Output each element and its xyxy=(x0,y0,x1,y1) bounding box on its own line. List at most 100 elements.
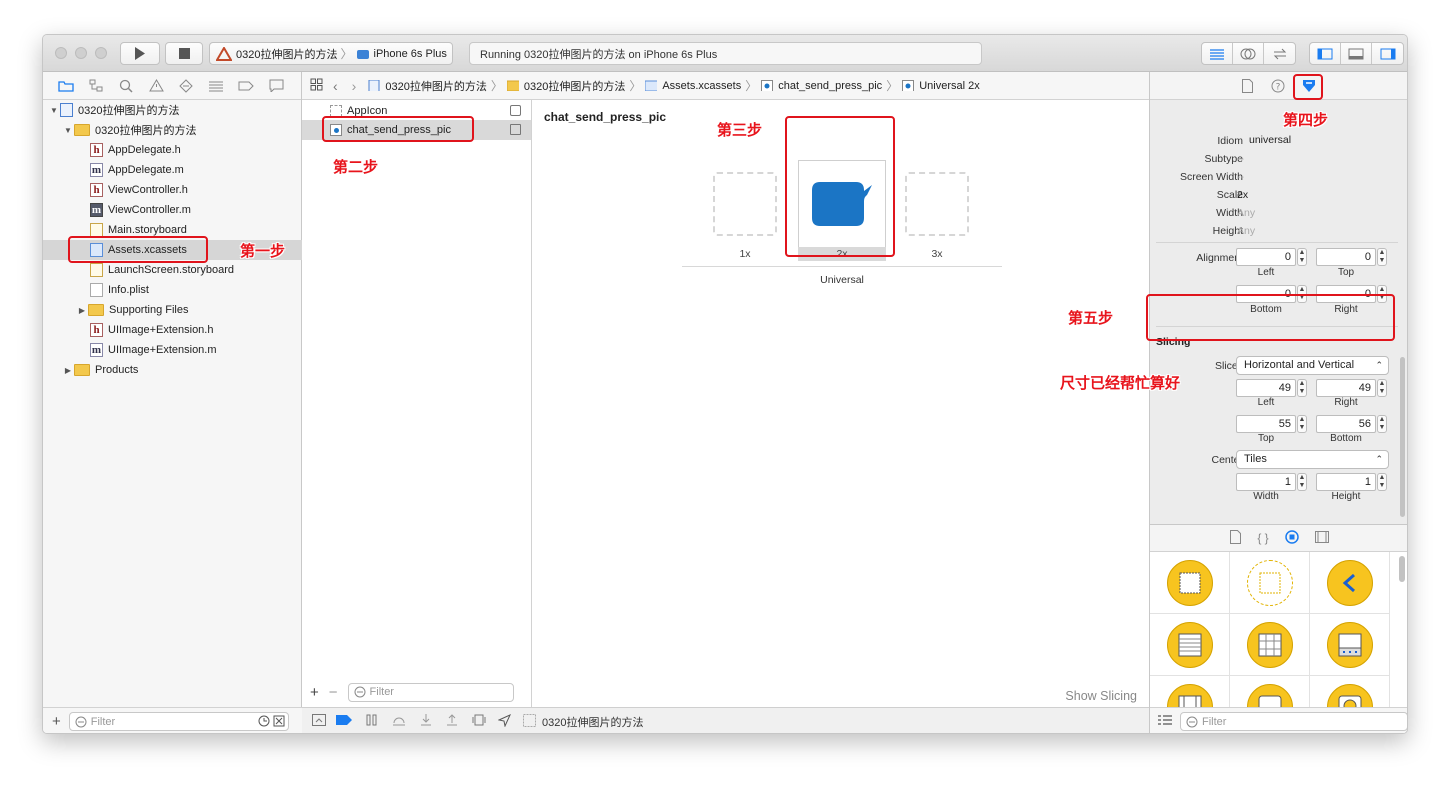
disclosure-open-icon[interactable]: ▼ xyxy=(48,106,60,115)
file-inspector-icon[interactable] xyxy=(1242,79,1253,96)
slice-left-stepper[interactable]: ▲ ▼ xyxy=(1297,379,1307,397)
file-template-library-icon[interactable] xyxy=(1230,529,1242,547)
tree-row-uiimage-h[interactable]: h UIImage+Extension.h xyxy=(43,320,302,340)
crumb-project[interactable]: 0320拉伸图片的方法 xyxy=(368,78,487,94)
add-icon[interactable]: + xyxy=(52,713,61,730)
center-popup[interactable]: Tiles ⌃ xyxy=(1236,450,1389,469)
back-chevron-icon[interactable]: ‹ xyxy=(333,78,338,94)
center-width-field[interactable]: 1 xyxy=(1236,473,1296,491)
tree-row-info-plist[interactable]: Info.plist xyxy=(43,280,302,300)
view-panels-segmented[interactable] xyxy=(1309,42,1404,65)
crumb-universal[interactable]: Universal 2x xyxy=(902,80,980,92)
slice-top-field[interactable]: 55 xyxy=(1236,415,1296,433)
library-item-view[interactable] xyxy=(1150,552,1230,614)
symbol-navigator-icon[interactable] xyxy=(87,79,105,92)
editor-mode-segmented[interactable] xyxy=(1201,42,1296,65)
debug-navigator-icon[interactable] xyxy=(207,80,225,92)
recent-files-clock-icon[interactable] xyxy=(258,715,270,730)
minimize-window-button[interactable] xyxy=(75,47,87,59)
tree-row-appdelegate-m[interactable]: m AppDelegate.m xyxy=(43,160,302,180)
list-view-toggle-icon[interactable] xyxy=(1158,714,1172,729)
standard-editor-icon[interactable] xyxy=(1202,43,1233,64)
pause-icon[interactable] xyxy=(366,714,378,729)
library-filter-field[interactable]: Filter xyxy=(1180,712,1407,731)
disclosure-closed-icon[interactable]: ▶ xyxy=(62,366,74,375)
tree-row-viewcontroller-h[interactable]: h ViewController.h xyxy=(43,180,302,200)
remove-asset-icon[interactable]: − xyxy=(329,684,338,701)
stop-button[interactable] xyxy=(165,42,203,65)
test-navigator-icon[interactable] xyxy=(177,78,195,93)
crumb-imageset[interactable]: chat_send_press_pic xyxy=(761,80,882,92)
slice-left-field[interactable]: 49 xyxy=(1236,379,1296,397)
slice-right-field[interactable]: 49 xyxy=(1316,379,1376,397)
library-item-collection[interactable] xyxy=(1230,614,1310,676)
step-into-icon[interactable] xyxy=(420,714,432,729)
step-over-icon[interactable] xyxy=(392,714,406,729)
quick-help-icon[interactable]: ? xyxy=(1271,79,1285,96)
slice-right-stepper[interactable]: ▲ ▼ xyxy=(1377,379,1387,397)
alignment-left-stepper[interactable]: ▲ ▼ xyxy=(1297,248,1307,266)
object-library-icon[interactable] xyxy=(1284,529,1299,547)
search-icon[interactable] xyxy=(117,79,135,93)
hide-debug-area-icon[interactable] xyxy=(312,714,326,729)
asset-filter-field[interactable]: Filter xyxy=(347,682,514,702)
show-slicing-button[interactable]: Show Slicing xyxy=(1065,689,1137,703)
center-height-field[interactable]: 1 xyxy=(1316,473,1376,491)
media-library-icon[interactable] xyxy=(1314,530,1329,546)
tree-row-products[interactable]: ▶ Products xyxy=(43,360,302,380)
center-width-stepper[interactable]: ▲ ▼ xyxy=(1297,473,1307,491)
library-item-container[interactable] xyxy=(1230,552,1310,614)
crumb-group[interactable]: 0320拉伸图片的方法 xyxy=(506,78,625,94)
project-navigator-folder-icon[interactable] xyxy=(57,79,75,92)
zoom-window-button[interactable] xyxy=(95,47,107,59)
tree-row-launchscreen[interactable]: LaunchScreen.storyboard xyxy=(43,260,302,280)
view-object-icon xyxy=(1166,559,1213,606)
slice-top-stepper[interactable]: ▲ ▼ xyxy=(1297,415,1307,433)
step-out-icon[interactable] xyxy=(446,714,458,729)
view-debugger-icon[interactable] xyxy=(472,714,486,729)
tree-row-appdelegate-h[interactable]: h AppDelegate.h xyxy=(43,140,302,160)
library-item-navigation[interactable] xyxy=(1310,552,1390,614)
related-items-grid-icon[interactable] xyxy=(310,78,323,94)
inspector-scrollbar[interactable] xyxy=(1400,357,1405,517)
alignment-top-field[interactable]: 0 xyxy=(1316,248,1376,266)
tree-row-project[interactable]: ▼ 0320拉伸图片的方法 xyxy=(43,100,302,120)
library-scrollbar[interactable] xyxy=(1399,556,1405,582)
toggle-utilities-icon[interactable] xyxy=(1372,43,1403,64)
image-slot-3x[interactable] xyxy=(905,172,969,236)
scm-filter-icon[interactable] xyxy=(273,715,285,730)
toggle-debug-area-icon[interactable] xyxy=(1341,43,1372,64)
slice-bottom-field[interactable]: 56 xyxy=(1316,415,1376,433)
add-asset-icon[interactable]: + xyxy=(310,684,319,701)
alignment-left-field[interactable]: 0 xyxy=(1236,248,1296,266)
crumb-assets[interactable]: Assets.xcassets xyxy=(645,80,741,92)
toggle-navigator-icon[interactable] xyxy=(1310,43,1341,64)
popup-arrows-icon: ⌃ xyxy=(1375,360,1383,370)
library-item-table[interactable] xyxy=(1150,614,1230,676)
tree-row-viewcontroller-m[interactable]: m ViewController.m xyxy=(43,200,302,220)
report-navigator-icon[interactable] xyxy=(267,79,285,92)
slices-popup[interactable]: Horizontal and Vertical ⌃ xyxy=(1236,356,1389,375)
scheme-selector[interactable]: 0320拉伸图片的方法 〉 iPhone 6s Plus xyxy=(209,42,453,65)
center-height-stepper[interactable]: ▲ ▼ xyxy=(1377,473,1387,491)
disclosure-open-icon[interactable]: ▼ xyxy=(62,126,74,135)
tree-row-group[interactable]: ▼ 0320拉伸图片的方法 xyxy=(43,120,302,140)
code-snippet-library-icon[interactable]: { } xyxy=(1257,531,1268,545)
forward-chevron-icon[interactable]: › xyxy=(352,78,357,94)
image-slot-1x[interactable] xyxy=(713,172,777,236)
simulate-location-icon[interactable] xyxy=(497,713,512,730)
slice-bottom-stepper[interactable]: ▲ ▼ xyxy=(1377,415,1387,433)
version-editor-icon[interactable] xyxy=(1264,43,1295,64)
breakpoint-navigator-icon[interactable] xyxy=(237,81,255,91)
breakpoints-toggle-icon[interactable] xyxy=(336,715,352,728)
tree-row-supporting-files[interactable]: ▶ Supporting Files xyxy=(43,300,302,320)
library-item-tabbar[interactable] xyxy=(1310,614,1390,676)
tree-row-uiimage-m[interactable]: m UIImage+Extension.m xyxy=(43,340,302,360)
assistant-editor-icon[interactable] xyxy=(1233,43,1264,64)
navigator-filter-field[interactable]: Filter xyxy=(68,712,289,731)
run-button[interactable] xyxy=(120,42,160,65)
disclosure-closed-icon[interactable]: ▶ xyxy=(76,306,88,315)
warning-icon[interactable] xyxy=(147,79,165,92)
close-window-button[interactable] xyxy=(55,47,67,59)
alignment-top-stepper[interactable]: ▲ ▼ xyxy=(1377,248,1387,266)
